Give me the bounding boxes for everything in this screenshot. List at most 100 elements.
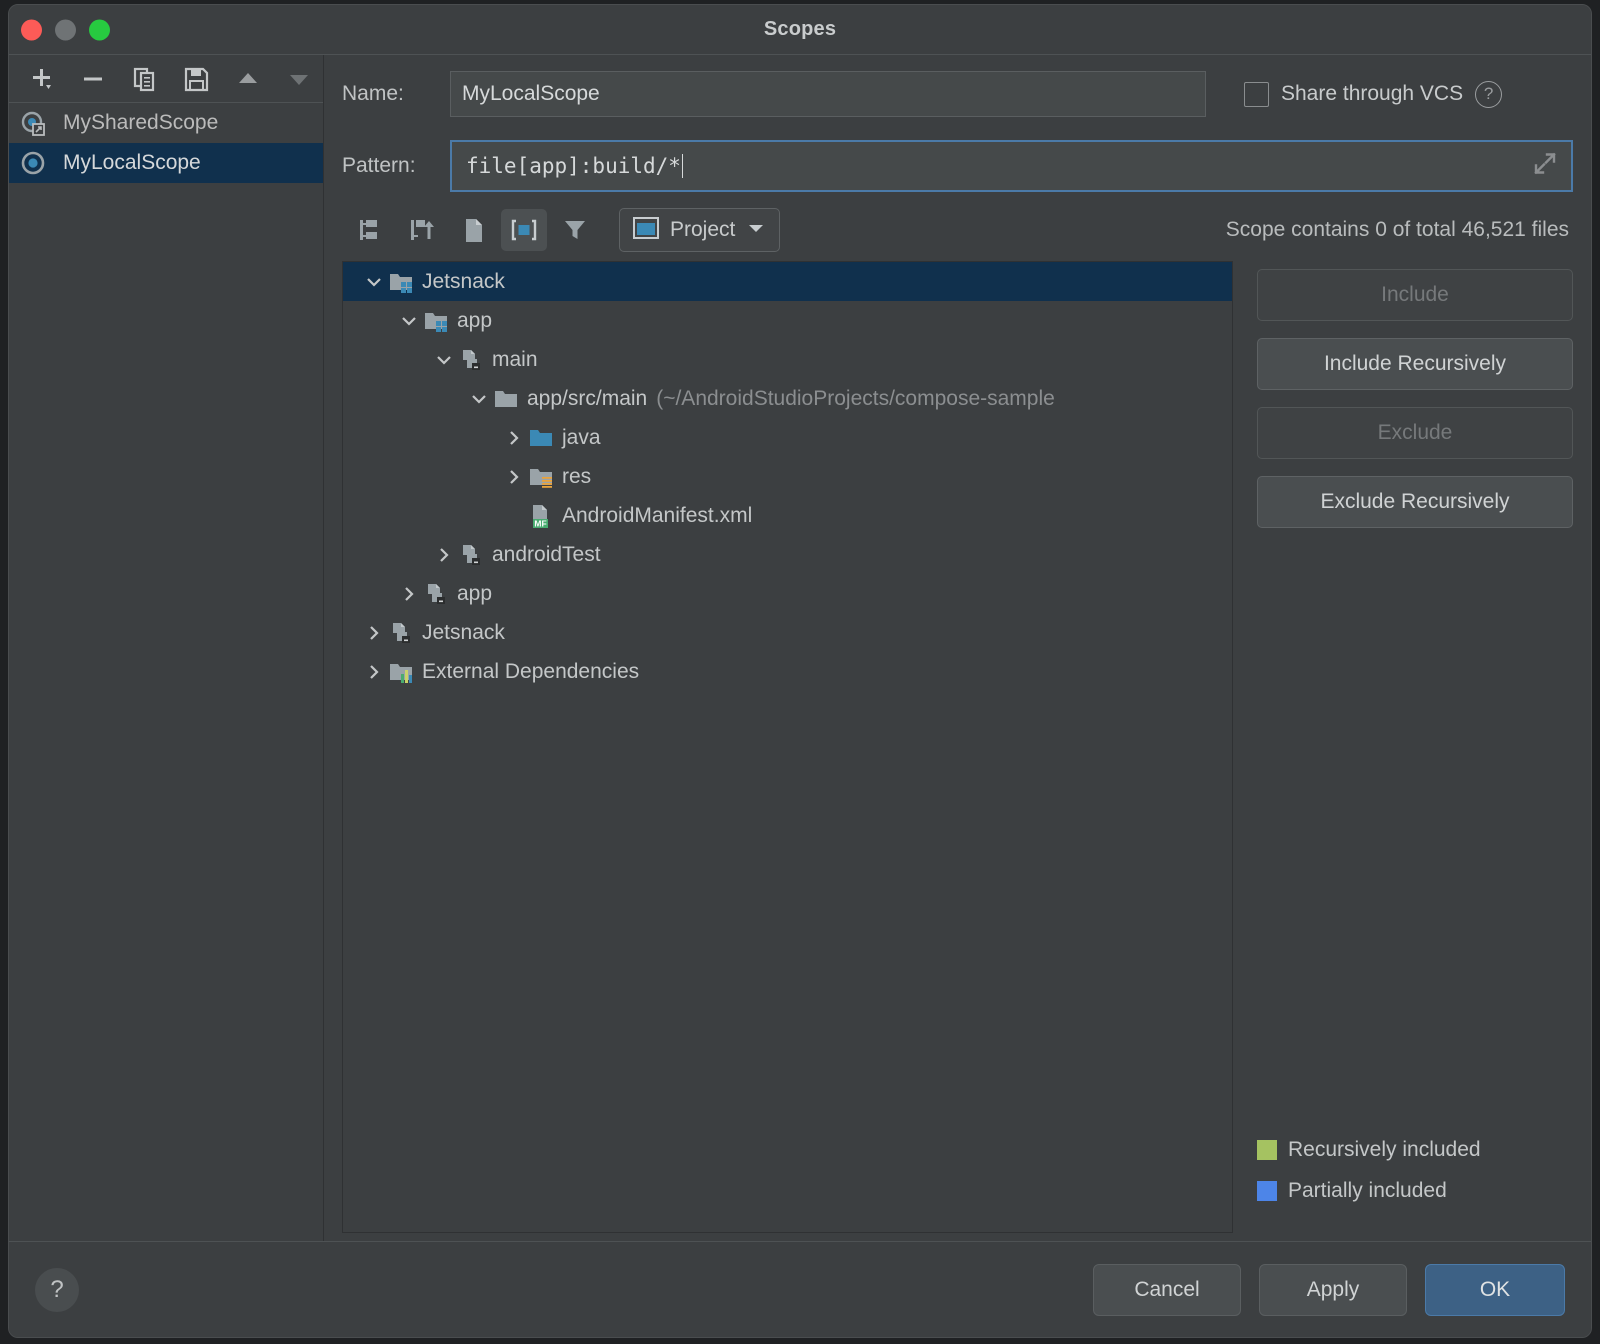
tree-row-label: External Dependencies	[422, 660, 639, 684]
close-window-button[interactable]	[21, 19, 42, 40]
tree-row-label: app	[457, 309, 492, 333]
chevron-down-icon[interactable]	[396, 311, 422, 331]
exclude-recursively-button[interactable]: Exclude Recursively	[1257, 476, 1573, 528]
filter-button[interactable]	[552, 209, 598, 251]
name-row: Name: MyLocalScope Share through VCS ?	[342, 55, 1573, 133]
name-label: Name:	[342, 82, 450, 106]
tree-row-label: res	[562, 465, 591, 489]
move-down-button[interactable]	[275, 59, 323, 99]
save-scope-button[interactable]	[172, 59, 220, 99]
apply-button[interactable]: Apply	[1259, 1264, 1407, 1316]
share-vcs-label: Share through VCS	[1281, 82, 1463, 106]
blue-swatch-icon	[1257, 1181, 1277, 1201]
tree-row-label: androidTest	[492, 543, 601, 567]
main-content: Jetsnack app main	[342, 261, 1573, 1241]
share-vcs-checkbox[interactable]	[1244, 82, 1269, 107]
scope-view-select[interactable]: Project	[619, 208, 780, 252]
scope-list-item-shared[interactable]: MySharedScope	[9, 103, 323, 143]
show-included-only-button[interactable]	[501, 209, 547, 251]
maximize-window-button[interactable]	[89, 19, 110, 40]
cancel-button[interactable]: Cancel	[1093, 1264, 1241, 1316]
tree-row[interactable]: Jetsnack	[343, 262, 1232, 301]
tree-row[interactable]: java	[343, 418, 1232, 457]
window-controls	[21, 19, 110, 40]
copy-scope-button[interactable]	[120, 59, 168, 99]
scope-list-item-label: MySharedScope	[63, 111, 218, 135]
tree-row-label: app	[457, 582, 492, 606]
tree-row-label: app/src/main	[527, 387, 647, 411]
project-tree[interactable]: Jetsnack app main	[342, 261, 1233, 1233]
share-vcs-help-icon[interactable]: ?	[1475, 81, 1502, 108]
res-folder-icon	[527, 464, 555, 490]
scope-list-item-label: MyLocalScope	[63, 151, 201, 175]
show-files-button[interactable]	[450, 209, 496, 251]
dialog-body: MySharedScope MyLocalScope Name: MyLoc	[9, 55, 1591, 1241]
legend-label: Recursively included	[1288, 1138, 1481, 1162]
chevron-right-icon[interactable]	[361, 623, 387, 643]
footer-actions: Cancel Apply OK	[1093, 1264, 1565, 1316]
chevron-right-icon[interactable]	[361, 662, 387, 682]
chevron-down-icon[interactable]	[361, 272, 387, 292]
chevron-right-icon[interactable]	[396, 584, 422, 604]
local-scope-icon	[19, 150, 47, 176]
pattern-label: Pattern:	[342, 154, 450, 178]
include-recursively-button[interactable]: Include Recursively	[1257, 338, 1573, 390]
chevron-down-icon[interactable]	[431, 350, 457, 370]
text-caret	[682, 154, 684, 178]
manifest-file-icon: MF	[527, 503, 555, 529]
exclude-button[interactable]: Exclude	[1257, 407, 1573, 459]
flatten-packages-button[interactable]	[348, 209, 394, 251]
tree-filter-toolbar: Project Scope contains 0 of total 46,521…	[342, 199, 1573, 261]
chevron-right-icon[interactable]	[501, 467, 527, 487]
tree-row-label: Jetsnack	[422, 621, 505, 645]
external-dependencies-icon	[387, 659, 415, 685]
tree-row[interactable]: app	[343, 301, 1232, 340]
source-folder-icon	[527, 425, 555, 451]
expand-editor-icon[interactable]	[1531, 150, 1559, 183]
chevron-right-icon[interactable]	[431, 545, 457, 565]
include-exclude-actions: Include Include Recursively Exclude Excl…	[1233, 261, 1573, 1233]
ok-button[interactable]: OK	[1425, 1264, 1565, 1316]
chevron-down-icon[interactable]	[466, 389, 492, 409]
svg-text:MF: MF	[534, 518, 546, 528]
scopes-dialog: Scopes	[8, 4, 1592, 1338]
tree-legend: Recursively included Partially included	[1257, 1129, 1573, 1233]
move-up-button[interactable]	[224, 59, 272, 99]
include-button[interactable]: Include	[1257, 269, 1573, 321]
help-button[interactable]: ?	[35, 1268, 79, 1312]
project-view-icon	[632, 216, 660, 245]
scope-contains-status: Scope contains 0 of total 46,521 files	[1226, 218, 1573, 242]
android-module-group-icon	[387, 269, 415, 295]
legend-label: Partially included	[1288, 1179, 1447, 1203]
tree-row-label: java	[562, 426, 601, 450]
tree-row[interactable]: androidTest	[343, 535, 1232, 574]
scope-pattern-input[interactable]: file[app]:build/*	[450, 140, 1573, 192]
scope-list-item-local[interactable]: MyLocalScope	[9, 143, 323, 183]
source-set-icon	[457, 542, 485, 568]
tree-row[interactable]: res	[343, 457, 1232, 496]
tree-row[interactable]: MF AndroidManifest.xml	[343, 496, 1232, 535]
source-set-icon	[457, 347, 485, 373]
tree-row[interactable]: Jetsnack	[343, 613, 1232, 652]
add-scope-button[interactable]	[17, 59, 65, 99]
scope-toolbar	[9, 55, 323, 103]
minimize-window-button[interactable]	[55, 19, 76, 40]
android-module-group-icon	[422, 308, 450, 334]
scope-name-input[interactable]: MyLocalScope	[450, 71, 1206, 117]
pattern-row: Pattern: file[app]:build/*	[342, 133, 1573, 199]
chevron-right-icon[interactable]	[501, 428, 527, 448]
shared-scope-icon	[19, 110, 47, 136]
tree-row-label: AndroidManifest.xml	[562, 504, 752, 528]
tree-row[interactable]: app	[343, 574, 1232, 613]
tree-row[interactable]: main	[343, 340, 1232, 379]
scope-list: MySharedScope MyLocalScope	[9, 103, 323, 1241]
tree-row[interactable]: app/src/main (~/AndroidStudioProjects/co…	[343, 379, 1232, 418]
compact-middle-packages-button[interactable]	[399, 209, 445, 251]
scope-editor: Name: MyLocalScope Share through VCS ? P…	[324, 55, 1591, 1241]
dialog-footer: ? Cancel Apply OK	[9, 1241, 1591, 1337]
source-set-icon	[387, 620, 415, 646]
tree-row[interactable]: External Dependencies	[343, 652, 1232, 691]
remove-scope-button[interactable]	[69, 59, 117, 99]
tree-row-label: main	[492, 348, 538, 372]
share-vcs-group: Share through VCS ?	[1244, 81, 1502, 108]
